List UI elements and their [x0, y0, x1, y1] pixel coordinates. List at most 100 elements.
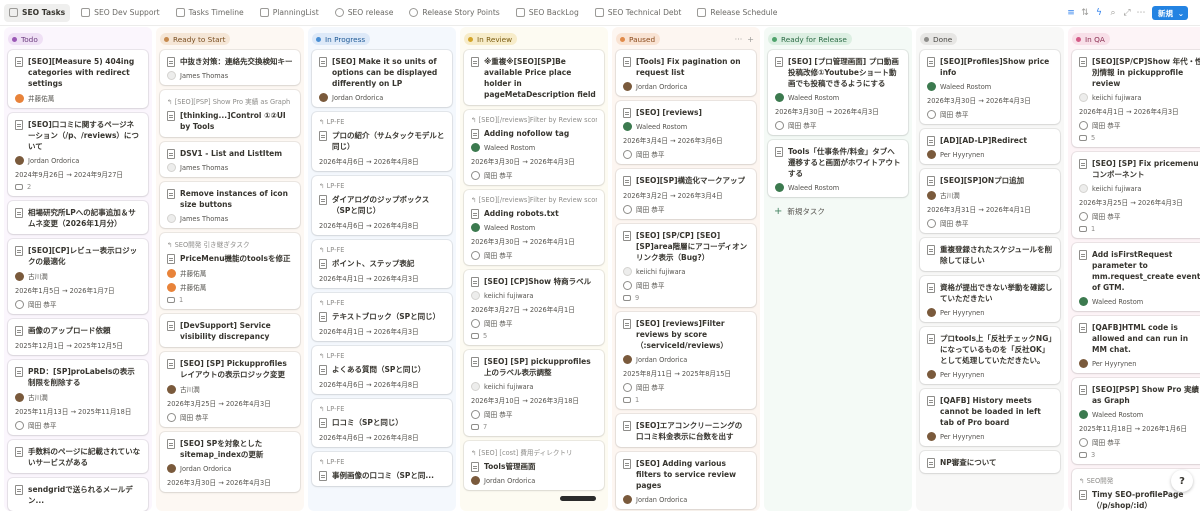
assignee[interactable]: Waleed Rostom: [1079, 297, 1200, 306]
tab-2[interactable]: Tasks Timeline: [171, 4, 249, 22]
task-card[interactable]: [QAFB] History meets cannot be loaded in…: [920, 389, 1060, 446]
assignee[interactable]: Waleed Rostom: [927, 82, 1053, 91]
reviewer[interactable]: 岡田 恭平: [623, 204, 749, 214]
status-pill[interactable]: Paused: [616, 33, 661, 45]
task-card[interactable]: ※重複※[SEO][SP]Be available Price place ho…: [464, 50, 604, 105]
task-card[interactable]: Remove instances of icon size buttons Jam…: [160, 182, 300, 228]
reviewer[interactable]: 岡田 恭平: [927, 218, 1053, 228]
task-card[interactable]: [SEO] [reviews]Filter reviews by score （…: [616, 312, 756, 409]
task-card[interactable]: ↰ [SEO][/reviews]Filter by Review scores…: [464, 190, 604, 265]
assignee[interactable]: Jordan Ordorica: [319, 93, 445, 102]
sort-icon[interactable]: ⇅: [1078, 6, 1092, 20]
assignee[interactable]: Waleed Rostom: [775, 183, 901, 192]
task-card[interactable]: [SEO] SPを対象としたsitemap_indexの更新 Jordan Ord…: [160, 432, 300, 492]
status-pill[interactable]: Ready for Release: [768, 33, 852, 45]
status-pill[interactable]: In QA: [1072, 33, 1110, 45]
parent-task[interactable]: ↰ LP-FE: [319, 182, 445, 190]
task-card[interactable]: [SEO] [SP] Pickupprofilesレイアウトの表示ロジック変更古…: [160, 352, 300, 427]
parent-task[interactable]: ↰ LP-FE: [319, 458, 445, 466]
task-card[interactable]: [SEO] Adding various filters to service …: [616, 452, 756, 509]
parent-task[interactable]: ↰ LP-FE: [319, 118, 445, 126]
assignee[interactable]: keiichi fujiwara: [1079, 93, 1200, 102]
task-card[interactable]: ↰ LP-FE プロの紹介（サムタックモデルと同じ） 2026年4月6日 → 202…: [312, 112, 452, 171]
comment-count[interactable]: 1: [167, 296, 293, 304]
plus-icon[interactable]: +: [747, 35, 754, 44]
task-card[interactable]: PRD：[SP]proLabelsの表示制限を削除する 古川潤 2025年11月13…: [8, 360, 148, 435]
task-card[interactable]: DSV1 - List and ListItem James Thomas: [160, 142, 300, 177]
task-card[interactable]: [SEO]エアコンクリーニングの口コミ料金表示に台数を出す: [616, 414, 756, 447]
task-card[interactable]: [SEO][SP]構造化マークアップ 2026年3月2日 → 2026年3月4日岡…: [616, 169, 756, 219]
chevron-down-icon[interactable]: ⌄: [1178, 9, 1184, 18]
assignee[interactable]: 井藤佑萬: [167, 282, 293, 292]
task-card[interactable]: 中抜き対策：連絡先交換検知キー James Thomas: [160, 50, 300, 85]
reviewer[interactable]: 岡田 恭平: [775, 120, 901, 130]
task-card[interactable]: [QAFB]HTML code is allowed and can run i…: [1072, 316, 1200, 373]
automation-icon[interactable]: ϟ: [1092, 6, 1106, 20]
task-card[interactable]: [AD][AD-LP]Redirect Per Hyyrynen: [920, 129, 1060, 164]
task-card[interactable]: ↰ LP-FE よくある質問（SPと同じ） 2026年4月6日 → 2026年4月8…: [312, 346, 452, 394]
reviewer[interactable]: 岡田 恭平: [1079, 211, 1200, 221]
task-card[interactable]: [SEO][Profiles]Show price info Waleed Ros…: [920, 50, 1060, 124]
assignee[interactable]: Per Hyyrynen: [927, 432, 1053, 441]
assignee[interactable]: 古川潤: [927, 190, 1053, 200]
comment-count[interactable]: 1: [623, 396, 749, 404]
reviewer[interactable]: 岡田 恭平: [15, 420, 141, 430]
reviewer[interactable]: 岡田 恭平: [471, 318, 597, 328]
task-card[interactable]: [DevSupport] Service visibility discrepa…: [160, 314, 300, 347]
assignee[interactable]: Jordan Ordorica: [623, 82, 749, 91]
assignee[interactable]: Per Hyyrynen: [927, 308, 1053, 317]
parent-task[interactable]: ↰ [SEO][PSP] Show Pro 実績 as Graph: [167, 96, 293, 106]
settings-icon[interactable]: ⋯: [1134, 6, 1148, 20]
assignee[interactable]: Jordan Ordorica: [623, 355, 749, 364]
assignee[interactable]: 古川潤: [15, 271, 141, 281]
assignee[interactable]: keiichi fujiwara: [471, 291, 597, 300]
parent-task[interactable]: ↰ LP-FE: [319, 299, 445, 307]
horizontal-scrollbar[interactable]: [560, 496, 596, 501]
assignee[interactable]: 井藤佑萬: [15, 93, 141, 103]
parent-task[interactable]: ↰ [SEO] [cost] 費用ディレクトリ: [471, 447, 597, 457]
tab-3[interactable]: PlanningList: [255, 4, 324, 22]
status-pill[interactable]: Done: [920, 33, 958, 45]
reviewer[interactable]: 岡田 恭平: [623, 382, 749, 392]
tab-1[interactable]: SEO Dev Support: [76, 4, 164, 22]
tab-8[interactable]: Release Schedule: [692, 4, 782, 22]
reviewer[interactable]: 岡田 恭平: [623, 280, 749, 290]
task-card[interactable]: ↰ LP-FE ダイアログのジップボックス（SPと同じ） 2026年4月6日 → 2…: [312, 176, 452, 235]
task-card[interactable]: [SEO] [SP] Fix pricemenuコンポーネント keiichi f…: [1072, 152, 1200, 238]
status-pill[interactable]: In Progress: [312, 33, 371, 45]
assignee[interactable]: James Thomas: [167, 214, 293, 223]
help-button[interactable]: ?: [1171, 470, 1193, 492]
task-card[interactable]: [SEO] [プロ管理画面] プロ動画投稿改修①Youtubeショート動画でも投…: [768, 50, 908, 135]
parent-task[interactable]: ↰ SEO開発 引き継ぎタスク: [167, 239, 293, 249]
reviewer[interactable]: 岡田 恭平: [1079, 437, 1200, 447]
parent-task[interactable]: ↰ [SEO][/reviews]Filter by Review scores: [471, 196, 597, 204]
task-card[interactable]: [SEO][SP]ONプロ追加 古川潤 2026年3月31日 → 2026年4月1日…: [920, 169, 1060, 233]
task-card[interactable]: [SEO][PSP] Show Pro 実績 as Graph Waleed Ro…: [1072, 378, 1200, 464]
tab-7[interactable]: SEO Technical Debt: [590, 4, 687, 22]
comment-count[interactable]: 7: [471, 423, 597, 431]
task-card[interactable]: [SEO][CP]レビュー表示ロジックの最適化 古川潤 2026年1月5日 → 20…: [8, 239, 148, 314]
task-card[interactable]: プロtools上「反社チェックNG」になっているものを「反社OK」として処理して…: [920, 327, 1060, 384]
task-card[interactable]: [SEO] [CP]Show 特商ラベル keiichi fujiwara 2026…: [464, 270, 604, 345]
assignee[interactable]: keiichi fujiwara: [1079, 184, 1200, 193]
task-card[interactable]: Add isFirstRequest parameter to mm.reque…: [1072, 243, 1200, 311]
comment-count[interactable]: 3: [1079, 451, 1200, 459]
tab-0[interactable]: SEO Tasks: [4, 3, 71, 22]
assignee[interactable]: keiichi fujiwara: [471, 382, 597, 391]
reviewer[interactable]: 岡田 恭平: [15, 299, 141, 309]
reviewer[interactable]: 岡田 恭平: [471, 170, 597, 180]
status-pill[interactable]: Todo: [8, 33, 43, 45]
search-icon[interactable]: ⌕: [1106, 6, 1120, 20]
tab-5[interactable]: Release Story Points: [404, 4, 504, 22]
new-button[interactable]: 新規 ⌄: [1152, 6, 1188, 20]
assignee[interactable]: Jordan Ordorica: [623, 495, 749, 504]
assignee[interactable]: Waleed Rostom: [471, 143, 597, 152]
task-card[interactable]: [SEO] [reviews] Waleed Rostom 2026年3月4日 → …: [616, 101, 756, 164]
task-card[interactable]: ↰ [SEO] [cost] 費用ディレクトリ Tools管理画面 Jordan O…: [464, 441, 604, 490]
assignee[interactable]: Waleed Rostom: [471, 223, 597, 232]
add-task-button[interactable]: + 新規タスク: [768, 202, 908, 221]
task-card[interactable]: ↰ LP-FE テキストブロック（SPと同じ） 2026年4月1日 → 2026年4…: [312, 293, 452, 341]
task-card[interactable]: 重複登録されたスケジュールを削除してほしい: [920, 238, 1060, 271]
status-pill[interactable]: Ready to Start: [160, 33, 231, 45]
more-icon[interactable]: ···: [735, 35, 743, 44]
